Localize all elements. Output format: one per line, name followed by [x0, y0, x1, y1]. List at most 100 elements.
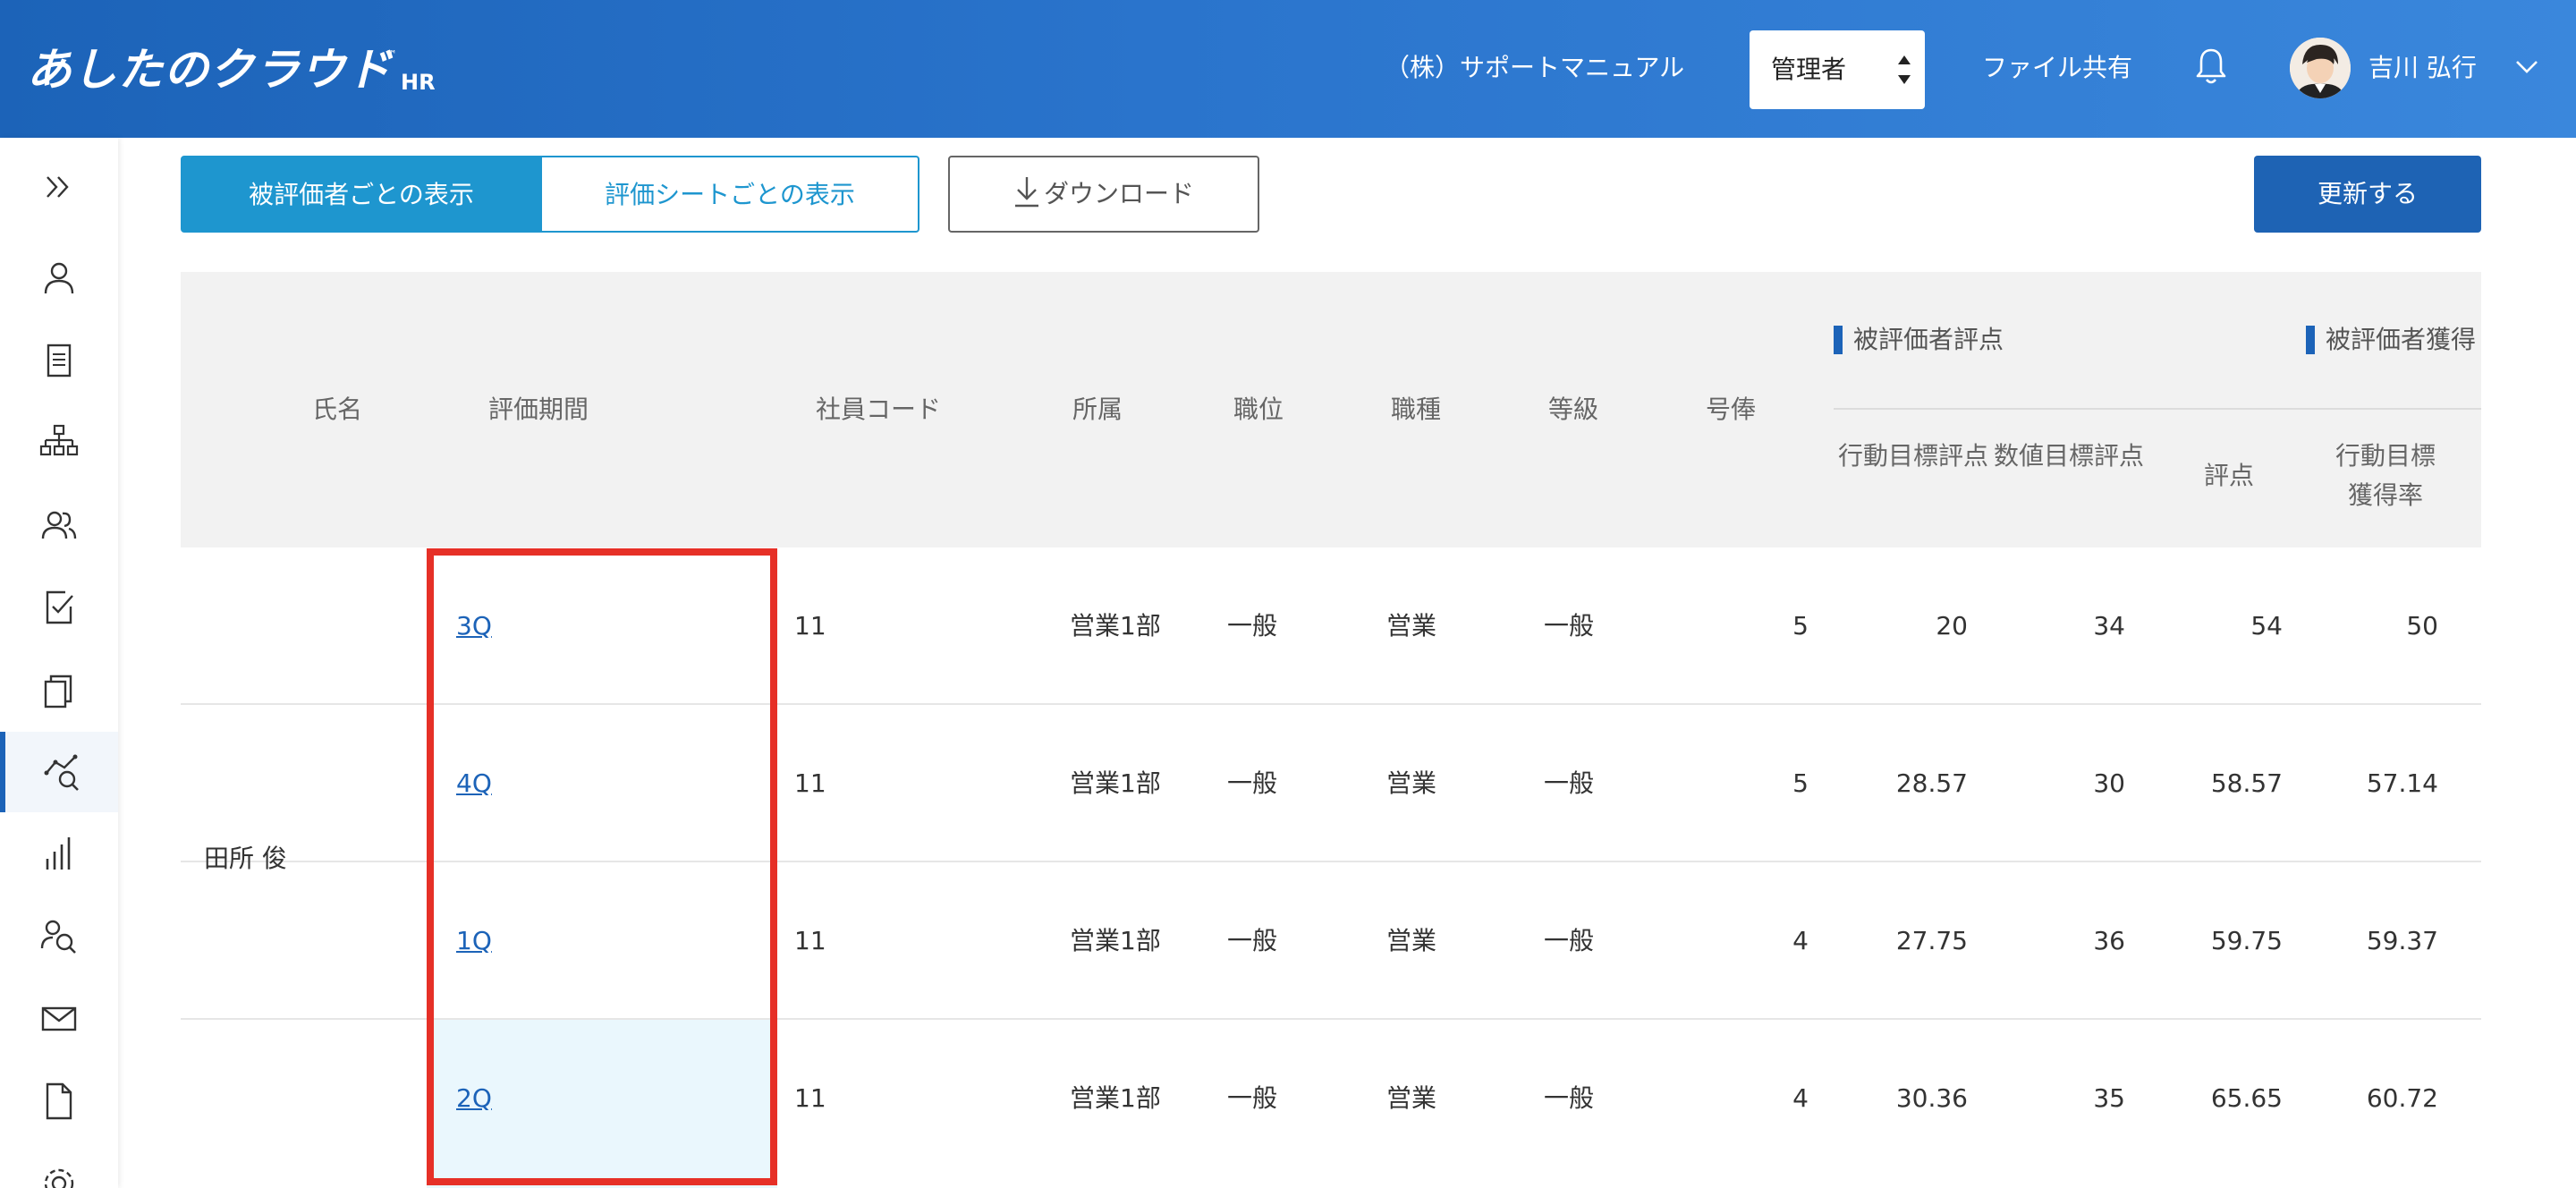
header-job-type: 職種 [1390, 395, 1441, 424]
group-divider [1834, 408, 2481, 410]
cell-action-rate: 60.72 [2366, 1083, 2438, 1113]
cell-grade: 一般 [1544, 768, 1595, 798]
document-icon [47, 344, 72, 378]
sidebar-item-profile[interactable] [0, 238, 118, 318]
cell-position: 一般 [1227, 611, 1278, 641]
group-header-evaluatee-score: 被評価者評点 [1834, 322, 2004, 358]
cell-score: 54 [2250, 611, 2283, 641]
sidebar-item-settings[interactable] [0, 1143, 118, 1188]
download-label: ダウンロード [1043, 179, 1194, 208]
cell-department: 営業1部 [1070, 611, 1161, 641]
period-link[interactable]: 1Q [456, 862, 492, 1020]
cell-action-score: 30.36 [1895, 1083, 1968, 1113]
cell-job-type: 営業 [1386, 1083, 1437, 1113]
cell-position: 一般 [1227, 768, 1278, 798]
cell-position: 一般 [1227, 1083, 1278, 1113]
evaluatee-name: 田所 俊 [204, 844, 287, 873]
header-grade: 等級 [1547, 395, 1598, 424]
update-button[interactable]: 更新する [2254, 156, 2481, 233]
sidebar-item-files[interactable] [0, 1061, 118, 1141]
sidebar-expand[interactable] [0, 147, 118, 227]
logo-text: あしたのクラウド [27, 44, 392, 96]
bell-icon[interactable] [2195, 47, 2227, 86]
logo-trademark: ™ [386, 48, 397, 61]
cell-department: 営業1部 [1070, 1083, 1161, 1113]
cell-numeric-score: 34 [2093, 611, 2125, 641]
tab-by-evaluatee[interactable]: 被評価者ごとの表示 [181, 156, 542, 233]
checklist-icon [46, 590, 73, 624]
app-header: あしたのクラウド ™ HR （株）サポートマニュアル 管理者 ファイル共有 吉川… [0, 0, 2576, 138]
cell-action-score: 28.57 [1895, 768, 1968, 798]
user-avatar[interactable] [2290, 38, 2351, 98]
table-row: 2Q 11 営業1部 一般 営業 一般 4 30.36 35 65.65 60.… [181, 1020, 2481, 1188]
role-select[interactable]: 管理者 [1750, 30, 1925, 109]
company-name: （株）サポートマニュアル [1385, 53, 1685, 82]
sidebar-item-sheets[interactable] [0, 649, 118, 730]
cell-action-score: 20 [1936, 611, 1968, 641]
cell-score: 58.57 [2210, 768, 2283, 798]
sidebar-item-members[interactable] [0, 485, 118, 565]
table-row: 1Q 11 営業1部 一般 営業 一般 4 27.75 36 59.75 59.… [181, 862, 2481, 1020]
tab-by-sheet[interactable]: 評価シートごとの表示 [540, 156, 919, 233]
cell-pay-step: 4 [1792, 926, 1809, 955]
analytics-search-icon [44, 754, 79, 791]
sidebar-item-mail[interactable] [0, 979, 118, 1059]
table-row: 4Q 11 営業1部 一般 営業 一般 5 28.57 30 58.57 57.… [181, 705, 2481, 862]
cell-numeric-score: 36 [2093, 926, 2125, 955]
cell-score: 65.65 [2210, 1083, 2283, 1113]
users-icon [41, 511, 77, 539]
expand-icon [47, 176, 69, 198]
header-pay-step: 号俸 [1705, 395, 1756, 424]
cell-pay-step: 5 [1792, 768, 1809, 798]
cell-action-rate: 50 [2406, 611, 2438, 641]
header-period: 評価期間 [487, 395, 589, 424]
cell-position: 一般 [1227, 926, 1278, 955]
cell-employee-code: 11 [794, 926, 826, 955]
file-icon [46, 1082, 72, 1120]
cell-employee-code: 11 [794, 1083, 826, 1113]
cell-job-type: 営業 [1386, 611, 1437, 641]
header-department: 所属 [1072, 395, 1123, 424]
header-score: 評点 [2203, 461, 2254, 490]
sidebar-item-analysis[interactable] [0, 732, 118, 812]
person-icon [44, 262, 74, 294]
header-position: 職位 [1233, 395, 1284, 424]
chevron-down-icon[interactable] [2515, 57, 2538, 75]
mail-icon [41, 1006, 77, 1031]
sidebar-item-search[interactable] [0, 896, 118, 977]
download-button[interactable]: ダウンロード [948, 156, 1259, 233]
cell-job-type: 営業 [1386, 768, 1437, 798]
download-icon [1014, 177, 1038, 208]
cell-grade: 一般 [1544, 611, 1595, 641]
select-arrows-icon [1898, 55, 1911, 84]
settings-icon [44, 1168, 74, 1188]
cell-grade: 一般 [1544, 1083, 1595, 1113]
cell-action-score: 27.75 [1895, 926, 1968, 955]
group-header-evaluatee-acquisition: 被評価者獲得 [2306, 322, 2481, 358]
user-name[interactable]: 吉川 弘行 [2368, 50, 2477, 86]
cell-employee-code: 11 [794, 768, 826, 798]
cell-job-type: 営業 [1386, 926, 1437, 955]
sidebar-item-documents[interactable] [0, 320, 118, 401]
bar-chart-icon [46, 837, 71, 870]
cell-action-rate: 57.14 [2366, 768, 2438, 798]
period-link[interactable]: 2Q [456, 1020, 492, 1177]
table-header: 氏名 評価期間 社員コード 所属 職位 職種 等級 号俸 被評価者評点 被評価者… [181, 272, 2481, 547]
sidebar-item-tasks[interactable] [0, 567, 118, 648]
period-link[interactable]: 4Q [456, 705, 492, 862]
file-share-link[interactable]: ファイル共有 [1982, 50, 2132, 86]
sidebar-item-reports[interactable] [0, 814, 118, 895]
header-action-rate: 行動目標獲得率 [2334, 441, 2436, 510]
table-row: 3Q 11 営業1部 一般 営業 一般 5 20 34 54 50 [181, 547, 2481, 705]
app-logo[interactable]: あしたのクラウド ™ HR [27, 39, 436, 97]
cell-department: 営業1部 [1070, 768, 1161, 798]
cell-action-rate: 59.37 [2366, 926, 2438, 955]
cell-numeric-score: 35 [2093, 1083, 2125, 1113]
cell-pay-step: 4 [1792, 1083, 1809, 1113]
sidebar-item-organization[interactable] [0, 403, 118, 483]
cell-pay-step: 5 [1792, 611, 1809, 641]
org-chart-icon [39, 424, 79, 456]
period-link[interactable]: 3Q [456, 547, 492, 705]
header-action-score: 行動目標評点 [1837, 441, 1988, 471]
copy-icon [44, 675, 72, 709]
